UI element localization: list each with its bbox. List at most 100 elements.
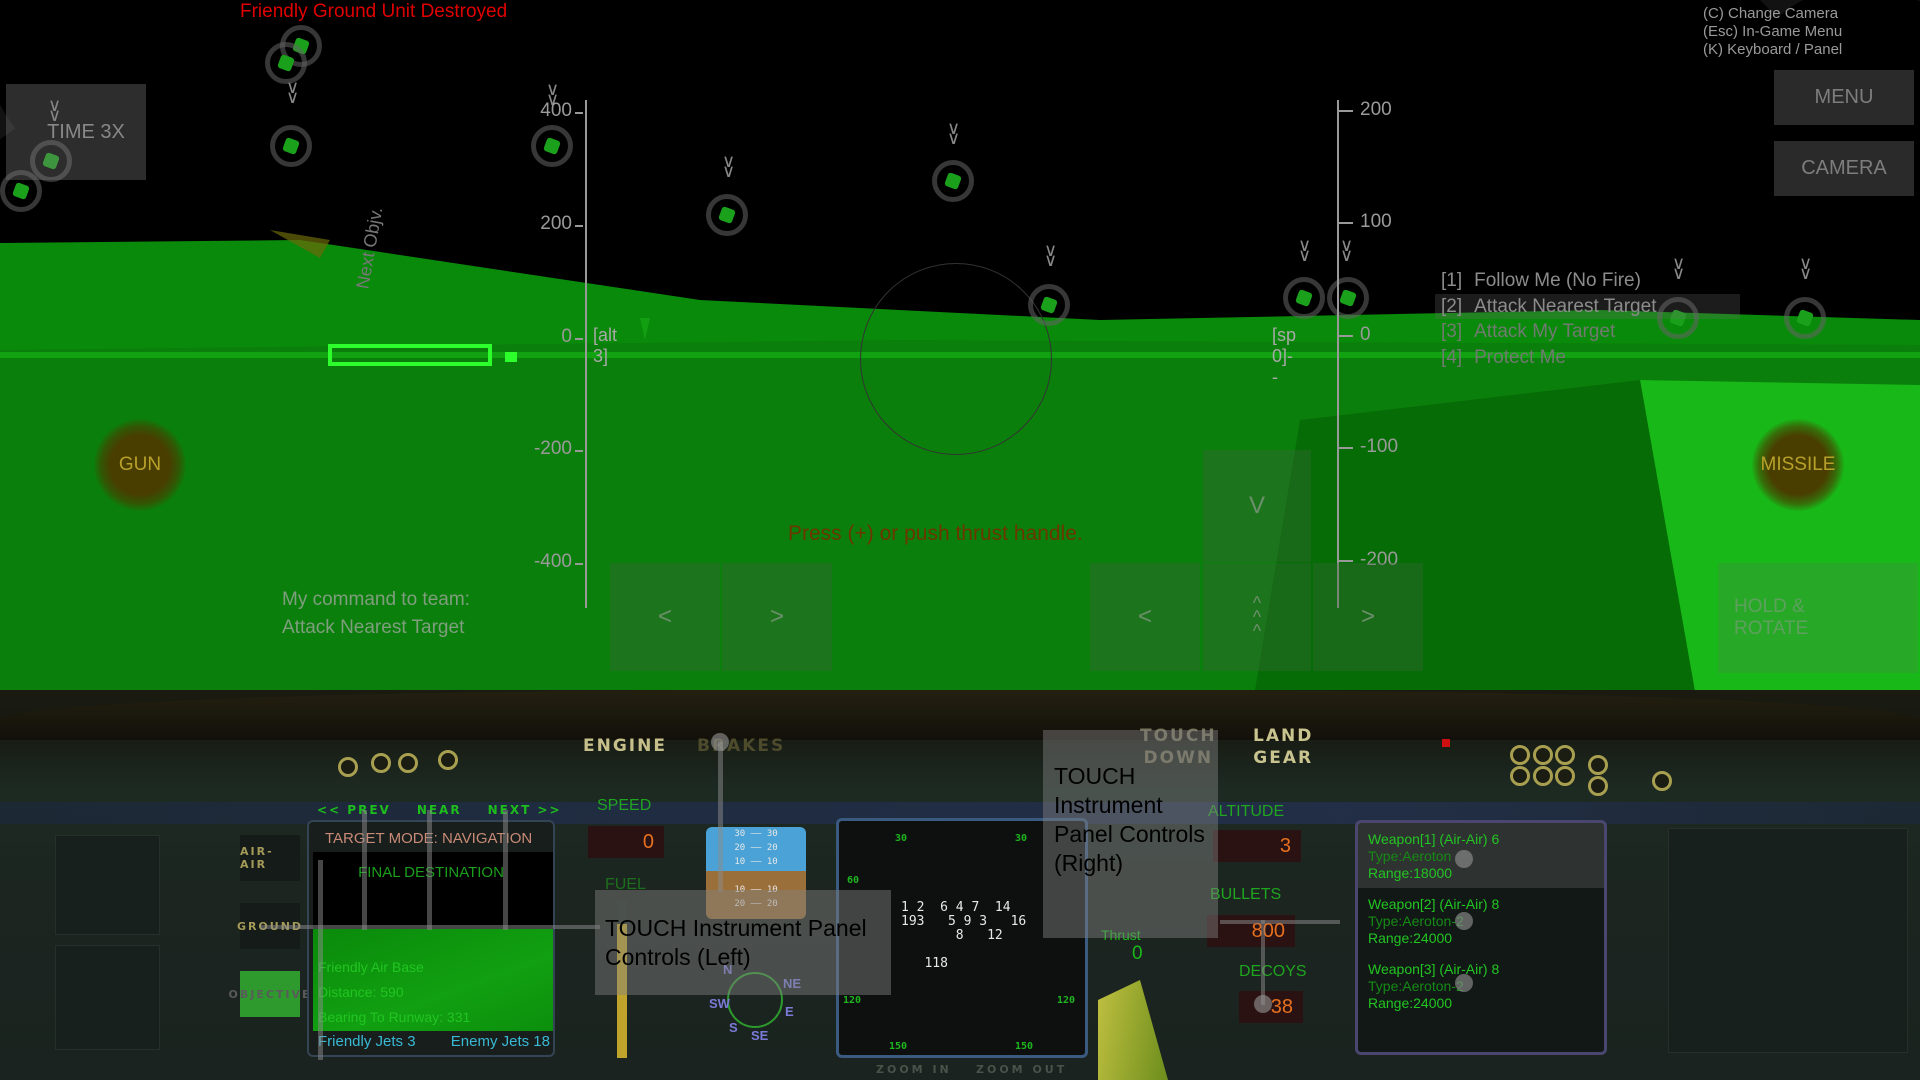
- building: [505, 352, 517, 362]
- compass-label: S: [729, 1020, 738, 1035]
- weapon-type: Type:Aeroton-2: [1368, 978, 1464, 994]
- weapon-item[interactable]: Weapon[1] (Air-Air) 6 Type:Aeroton Range…: [1358, 823, 1604, 888]
- gunsight-reticle: [860, 263, 1052, 455]
- touch-guide-line: [718, 742, 723, 892]
- weapon-type: Type:Aeroton-2: [1368, 913, 1464, 929]
- air-air-mode-button[interactable]: AIR-AIR: [240, 835, 300, 881]
- weapon-title: Weapon[2] (Air-Air) 8: [1368, 896, 1500, 912]
- panel-knob[interactable]: [1510, 745, 1530, 765]
- order-label: Protect Me: [1474, 346, 1566, 368]
- panel-knob[interactable]: [1555, 745, 1575, 765]
- right-pad-up-button[interactable]: ^ ^ ^: [1203, 563, 1311, 671]
- chevron-up-icon: ^: [1252, 621, 1262, 641]
- key-hint-menu: (Esc) In-Game Menu: [1703, 23, 1843, 40]
- radar-range-label: 120: [843, 995, 862, 1006]
- touch-guide-node: [711, 733, 729, 751]
- left-pad-right-button[interactable]: >: [722, 563, 832, 671]
- right-pad-left-button[interactable]: <: [1090, 563, 1200, 671]
- radar-zoom-out-button[interactable]: ZOOM OUT: [976, 1063, 1067, 1076]
- altitude-tick-label: 200: [540, 213, 572, 234]
- panel-knob[interactable]: [1652, 771, 1672, 791]
- panel-knob[interactable]: [1588, 776, 1608, 796]
- panel-knob[interactable]: [1533, 745, 1553, 765]
- weapon-item[interactable]: Weapon[2] (Air-Air) 8 Type:Aeroton-2 Ran…: [1358, 888, 1604, 953]
- target-marker[interactable]: [531, 125, 573, 167]
- target-marker[interactable]: [270, 125, 312, 167]
- order-key: [4]: [1441, 346, 1463, 368]
- near-target-button[interactable]: NEAR: [417, 803, 462, 817]
- order-key: [2]: [1441, 295, 1463, 317]
- waypoint-chevron-icon: ∨ ∨: [1298, 235, 1312, 265]
- alert-message: Friendly Ground Unit Destroyed: [240, 1, 508, 22]
- weapon-item[interactable]: Weapon[3] (Air-Air) 8 Type:Aeroton-2 Ran…: [1358, 953, 1604, 1018]
- decoys-label: DECOYS: [1239, 963, 1307, 980]
- waypoint-chevron-icon: ∨ ∨: [947, 118, 961, 148]
- game-viewport[interactable]: ∨ ∨ ∨ ∨ ∨ ∨ ∨ ∨ ∨ ∨ ∨ ∨ ∨ ∨ ∨ ∨ ∨ ∨ ∨ ∨ Next Objv.…: [0, 0, 1920, 720]
- altitude-label: ALTITUDE: [1208, 803, 1285, 820]
- panel-knob[interactable]: [371, 753, 391, 773]
- team-order-attack-nearest[interactable]: [2] Attack Nearest Target: [1435, 293, 1740, 319]
- radar-range-label: 120: [1057, 995, 1076, 1006]
- time-scale-button[interactable]: TIME 3X: [6, 84, 146, 180]
- friendly-jets-count: Friendly Jets 3: [318, 1033, 416, 1050]
- land-gear-button[interactable]: LAND GEAR: [1253, 725, 1313, 769]
- bullets-label: BULLETS: [1210, 886, 1282, 903]
- touch-panel-controls-right[interactable]: TOUCH Instrument Panel Controls (Right): [1043, 730, 1218, 938]
- dashboard-coaming: [0, 690, 1920, 740]
- touch-guide-line: [427, 810, 432, 930]
- left-pad-left-button[interactable]: <: [610, 563, 720, 671]
- radar-zoom-in-button[interactable]: ZOOM IN: [876, 1063, 952, 1076]
- panel-knob[interactable]: [1588, 755, 1608, 775]
- camera-button[interactable]: CAMERA: [1774, 141, 1914, 196]
- panel-knob[interactable]: [338, 757, 358, 777]
- thrust-readout: 0: [1132, 943, 1143, 964]
- order-label: Attack Nearest Target: [1474, 295, 1657, 317]
- radar-range-label: 60: [847, 875, 860, 886]
- team-command-status: My command to team: Attack Nearest Targe…: [282, 586, 470, 642]
- touch-guide-line: [318, 860, 323, 1060]
- target-marker[interactable]: [1327, 277, 1369, 319]
- target-marker[interactable]: [1283, 277, 1325, 319]
- hold-rotate-button[interactable]: HOLD & ROTATE: [1718, 563, 1918, 673]
- engine-button[interactable]: ENGINE: [583, 736, 667, 756]
- missile-fire-button[interactable]: MISSILE: [1752, 419, 1844, 511]
- right-pad-right-button[interactable]: >: [1313, 563, 1423, 671]
- waypoint-chevron-icon: ∨ ∨: [722, 151, 736, 181]
- team-order-protect-me[interactable]: [4] Protect Me: [1435, 345, 1740, 371]
- speed-readout: 0: [588, 826, 664, 858]
- panel-knob[interactable]: [398, 753, 418, 773]
- target-marker[interactable]: [1028, 284, 1070, 326]
- right-pad-down-button[interactable]: V: [1203, 450, 1311, 562]
- order-label: Follow Me (No Fire): [1474, 270, 1641, 291]
- menu-button[interactable]: MENU: [1774, 70, 1914, 125]
- order-label: Attack My Target: [1474, 321, 1616, 342]
- team-order-follow[interactable]: [1] Follow Me (No Fire): [1435, 268, 1740, 294]
- touch-panel-controls-left[interactable]: TOUCH Instrument Panel Controls (Left): [595, 890, 891, 995]
- hold-rotate-label: HOLD &: [1734, 596, 1805, 617]
- key-hint-keyboard: (K) Keyboard / Panel: [1703, 41, 1843, 58]
- team-order-attack-my-target[interactable]: [3] Attack My Target: [1435, 319, 1740, 345]
- next-target-button[interactable]: NEXT >>: [488, 803, 562, 817]
- target-marker[interactable]: [706, 194, 748, 236]
- gun-fire-button[interactable]: GUN: [94, 419, 186, 511]
- order-key: [3]: [1441, 321, 1463, 342]
- touch-guide-node: [1455, 912, 1473, 930]
- objective-mode-button[interactable]: OBJECTIVE: [228, 971, 310, 1017]
- touch-guide-line: [1220, 920, 1340, 924]
- panel-knob[interactable]: [438, 750, 458, 770]
- nav-target-info: Friendly Air Base Distance: 590 Bearing …: [318, 955, 470, 1030]
- panel-knob[interactable]: [1510, 766, 1530, 786]
- prev-target-button[interactable]: << PREV: [317, 803, 391, 817]
- target-marker[interactable]: [932, 160, 974, 202]
- panel-knob[interactable]: [1533, 766, 1553, 786]
- altitude-tick-label: 0: [561, 326, 572, 347]
- jet-counts: Friendly Jets 3 Enemy Jets 18: [318, 1033, 550, 1050]
- panel-knob[interactable]: [1555, 766, 1575, 786]
- runway-bearing: Bearing To Runway: 331: [318, 1009, 471, 1025]
- info-panel-left-bottom: [55, 945, 160, 1050]
- target-nav-buttons: << PREV NEAR NEXT >>: [317, 803, 562, 817]
- key-hint-camera: (C) Change Camera: [1703, 5, 1839, 22]
- altitude-readout: 3: [1213, 830, 1301, 862]
- target-marker[interactable]: [1784, 297, 1826, 339]
- key-hints: (C) Change Camera (Esc) In-Game Menu (K)…: [1703, 5, 1842, 59]
